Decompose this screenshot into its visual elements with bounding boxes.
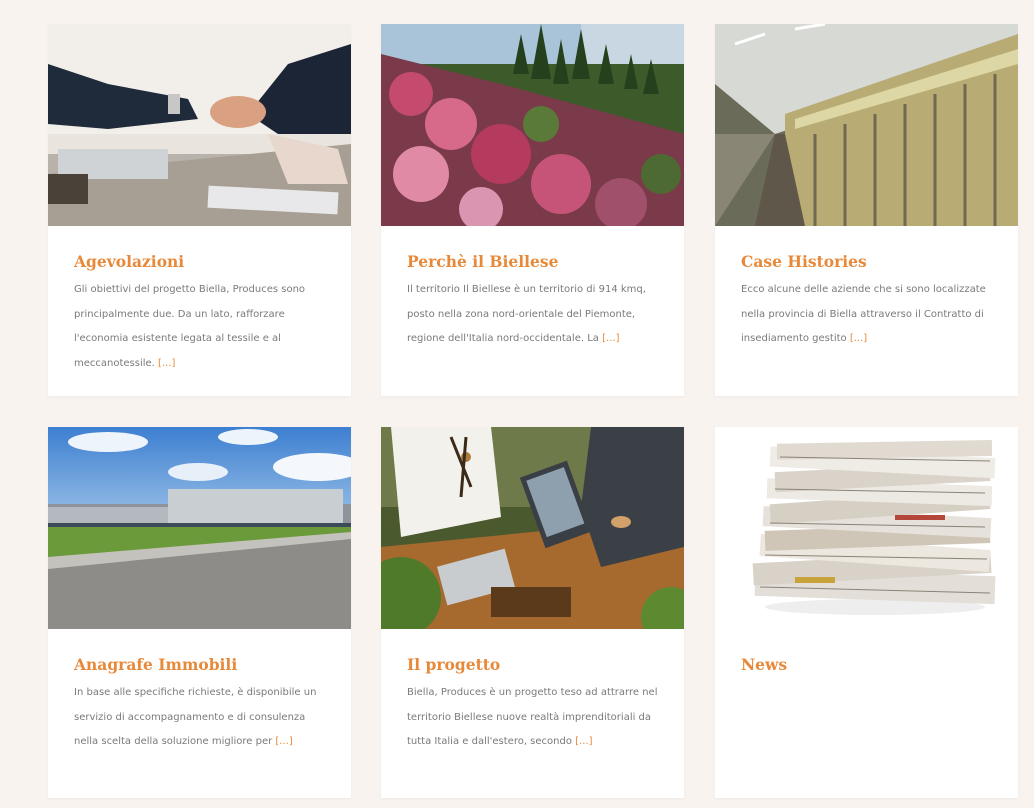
business-meeting-image[interactable] [381, 427, 684, 629]
card-il-progetto[interactable]: Il progetto Biella, Produces è un proget… [381, 427, 684, 798]
handshake-image[interactable] [48, 24, 351, 226]
card-description: Ecco alcune delle aziende che si sono lo… [741, 278, 998, 352]
card-title[interactable]: Perchè il Biellese [407, 252, 664, 272]
card-description: Gli obiettivi del progetto Biella, Produ… [74, 278, 331, 376]
warehouse-building-image[interactable] [48, 427, 351, 629]
card-description: Biella, Produces è un progetto teso ad a… [407, 681, 664, 755]
card-anagrafe-immobili[interactable]: Anagrafe Immobili In base alle specifich… [48, 427, 351, 798]
newspaper-stack-image[interactable] [715, 427, 1018, 629]
read-more-link[interactable]: [...] [158, 358, 175, 369]
read-more-link[interactable]: [...] [275, 736, 292, 747]
card-title[interactable]: Agevolazioni [74, 252, 331, 272]
card-text: Biella, Produces è un progetto teso ad a… [407, 687, 658, 747]
card-title[interactable]: Case Histories [741, 252, 998, 272]
card-title[interactable]: News [741, 655, 998, 675]
textile-factory-image[interactable] [715, 24, 1018, 226]
card-description: In base alle specifiche richieste, è dis… [74, 681, 331, 755]
card-agevolazioni[interactable]: Agevolazioni Gli obiettivi del progetto … [48, 24, 351, 396]
flower-hillside-image[interactable] [381, 24, 684, 226]
card-news[interactable]: News [715, 427, 1018, 798]
read-more-link[interactable]: [...] [575, 736, 592, 747]
card-title[interactable]: Anagrafe Immobili [74, 655, 331, 675]
card-text: Gli obiettivi del progetto Biella, Produ… [74, 284, 306, 369]
card-perche-il-biellese[interactable]: Perchè il Biellese Il territorio Il Biel… [381, 24, 684, 396]
read-more-link[interactable]: [...] [602, 333, 619, 344]
read-more-link[interactable]: [...] [850, 333, 867, 344]
card-case-histories[interactable]: Case Histories Ecco alcune delle aziende… [715, 24, 1018, 396]
card-grid: Agevolazioni Gli obiettivi del progetto … [0, 0, 1034, 808]
card-title[interactable]: Il progetto [407, 655, 664, 675]
card-description: Il territorio Il Biellese è un territori… [407, 278, 664, 352]
